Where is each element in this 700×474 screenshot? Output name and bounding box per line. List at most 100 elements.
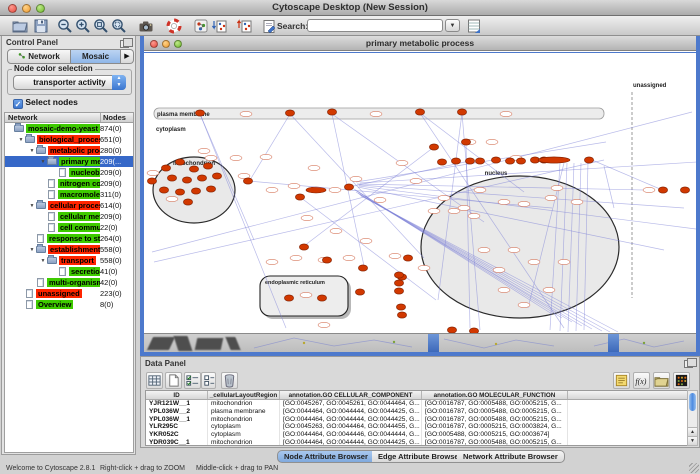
float-panel-icon[interactable] [120,40,129,48]
graph-node[interactable] [191,188,200,194]
help-icon[interactable] [166,18,182,34]
tree-row[interactable]: cell communicat22(0) [5,222,133,233]
graph-node[interactable] [203,163,212,169]
tree-row[interactable]: ▼cellular process614(0) [5,200,133,211]
attribute-matrix-icon[interactable] [673,372,690,389]
tree-row[interactable]: cellular metabo209(0) [5,211,133,222]
tree-row[interactable]: mosaic-demo-yeast874(0) [5,123,133,134]
tree-column-network[interactable]: Network [5,113,101,122]
graph-node[interactable] [658,187,667,193]
graph-node[interactable] [182,177,191,183]
graph-node[interactable] [161,165,170,171]
float-data-panel-icon[interactable] [684,360,693,368]
graph-node[interactable] [189,166,198,172]
tab-node-attribute-browser[interactable]: Node Attribute Browser [277,450,375,463]
graph-node[interactable] [491,157,500,163]
tree-row[interactable]: ▼primary metabo209(... [5,156,133,167]
graph-node[interactable] [317,295,326,301]
expander-icon[interactable]: ▼ [28,203,36,209]
graph-node[interactable] [212,173,221,179]
graph-node[interactable] [394,272,403,278]
tree-row[interactable]: ▼metabolic process280(0) [5,145,133,156]
scrollbar-thumb[interactable] [689,393,696,411]
tree-row[interactable]: nucleobase-209(0) [5,167,133,178]
graph-node[interactable] [243,178,252,184]
graph-node[interactable] [437,159,446,165]
graph-node[interactable] [505,158,514,164]
graph-node[interactable] [299,244,308,250]
graph-node[interactable] [457,109,466,115]
graph-node[interactable] [206,186,215,192]
zoom-fit-icon[interactable] [93,18,109,34]
graph-node[interactable] [396,304,405,310]
graph-node[interactable] [322,257,331,263]
import-network-icon[interactable] [212,18,228,34]
graph-node[interactable] [429,144,438,150]
expander-icon[interactable]: ▼ [39,258,47,264]
graph-node[interactable] [183,199,192,205]
expander-icon[interactable]: ▼ [39,159,47,165]
tab-mosaic[interactable]: Mosaic [71,49,121,64]
graph-node[interactable] [451,158,460,164]
tab-overflow-arrow[interactable]: ▶ [121,49,134,64]
graph-node[interactable] [461,139,470,145]
column-header[interactable]: annotation.GO CELLULAR_COMPONENT [280,391,422,399]
table-row[interactable]: YLR295Ccytoplasm[GO:0045263, GO:0044464,… [146,423,689,431]
expander-icon[interactable]: ▼ [17,137,25,143]
tree-row[interactable]: macromolecule311(0) [5,189,133,200]
resize-grip[interactable] [689,463,699,473]
search-input[interactable] [307,19,443,32]
graph-node[interactable] [195,110,204,116]
graph-node[interactable] [285,110,294,116]
graph-node[interactable] [327,109,336,115]
save-session-icon[interactable] [33,18,49,34]
table-row[interactable]: YDR039C__1mitochondrion[GO:0044464, GO:0… [146,439,689,446]
tree-row[interactable]: nitrogen compo209(0) [5,178,133,189]
graph-node[interactable] [197,175,206,181]
graph-node[interactable] [538,157,570,163]
zoom-selected-icon[interactable] [111,18,127,34]
select-attributes-icon[interactable] [184,372,201,389]
tree-row[interactable]: response to stimul264(0) [5,233,133,244]
graph-node[interactable] [465,158,474,164]
node-color-dropdown[interactable]: transporter activity▲▼ [13,75,126,90]
table-row[interactable]: YPL036W__2plasma membrane[GO:0044464, GO… [146,408,689,416]
new-attribute-icon[interactable] [165,372,182,389]
plugin-layout-icon[interactable] [193,18,209,34]
graph-node[interactable] [355,289,364,295]
graph-node[interactable] [295,194,304,200]
annotation-note-icon[interactable] [613,372,630,389]
tab-edge-attribute-browser[interactable]: Edge Attribute Browser [372,450,468,463]
tree-row[interactable]: Overview8(0) [5,299,133,310]
graph-node[interactable] [403,255,412,261]
scroll-up-icon[interactable]: ▲ [688,427,697,436]
graph-node[interactable] [284,295,293,301]
tab-network-attribute-browser[interactable]: Network Attribute Browser [457,450,565,463]
network-view-titlebar[interactable]: primary metabolic process [144,36,696,51]
graph-node[interactable] [680,187,689,193]
column-header[interactable]: ID [146,391,208,399]
graph-node[interactable] [175,159,184,165]
open-file-icon[interactable] [12,18,28,34]
tree-row[interactable]: multi-organism pr42(0) [5,277,133,288]
column-header[interactable]: _cellularLayoutRegion [208,391,280,399]
tree-row[interactable]: ▼biological_process651(0) [5,134,133,145]
tab-network[interactable]: Network [7,49,71,64]
tree-row[interactable]: unassigned223(0) [5,288,133,299]
graph-node[interactable] [394,288,403,294]
graph-node[interactable] [475,158,484,164]
expander-icon[interactable]: ▼ [28,148,36,154]
unselect-attributes-icon[interactable] [201,372,216,389]
annotation-icon[interactable] [261,18,277,34]
tree-row[interactable]: secretion41(0) [5,266,133,277]
table-row[interactable]: YKR052Ccytoplasm[GO:0044464, GO:0044446,… [146,431,689,439]
column-header[interactable] [568,391,689,399]
snapshot-icon[interactable] [138,18,154,34]
export-network-icon[interactable] [237,18,253,34]
graph-node[interactable] [394,280,403,286]
import-attributes-icon[interactable] [466,18,482,34]
graph-node[interactable] [344,184,353,190]
function-builder-icon[interactable]: f(x) [633,372,650,389]
graph-node[interactable] [584,157,593,163]
expander-icon[interactable]: ▼ [28,247,36,253]
